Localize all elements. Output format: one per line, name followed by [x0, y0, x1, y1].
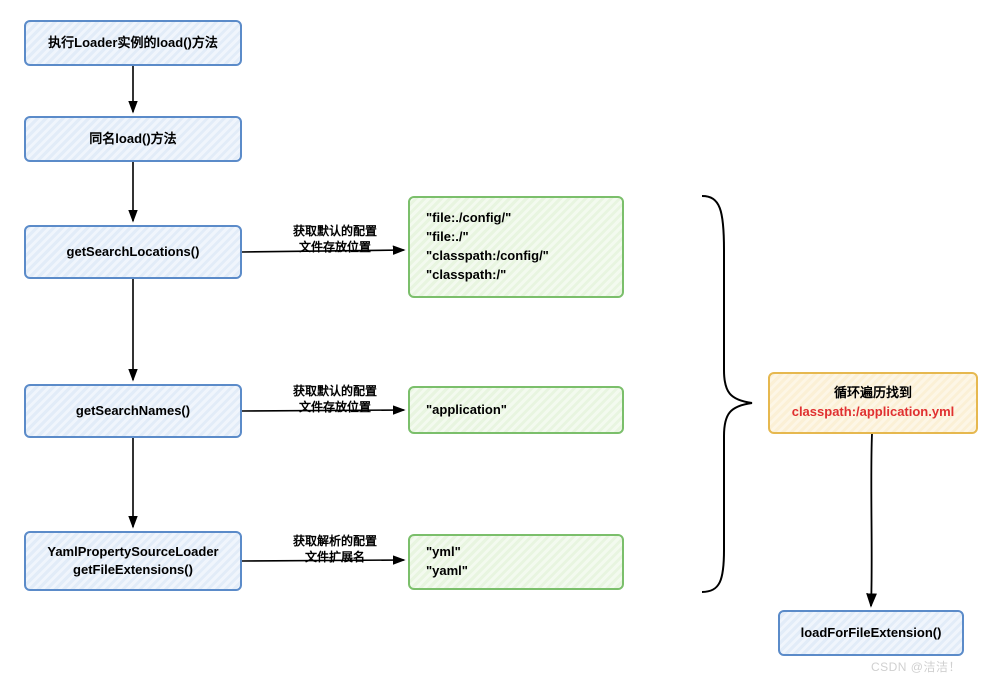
edge-label-2: 获取默认的配置 文件存放位置 [275, 384, 395, 415]
label-line: 文件扩展名 [305, 550, 365, 564]
yellow-line1: 循环遍历找到 [834, 384, 912, 403]
label-line: 获取默认的配置 [293, 384, 377, 398]
box-text: loadForFileExtension() [801, 624, 942, 642]
label-line: 文件存放位置 [299, 240, 371, 254]
box-application-name: "application" [408, 386, 624, 434]
list-item: "yaml" [426, 562, 468, 581]
list-item: "application" [426, 401, 507, 420]
box-text-line: getFileExtensions() [73, 561, 193, 579]
list-item: "file:./" [426, 228, 469, 247]
box-get-search-locations: getSearchLocations() [24, 225, 242, 279]
list-item: "classpath:/" [426, 266, 506, 285]
edge-label-3: 获取解析的配置 文件扩展名 [275, 534, 395, 565]
label-line: 获取解析的配置 [293, 534, 377, 548]
yellow-line2: classpath:/application.yml [792, 403, 955, 422]
label-line: 文件存放位置 [299, 400, 371, 414]
edge-label-1: 获取默认的配置 文件存放位置 [275, 224, 395, 255]
box-get-search-names: getSearchNames() [24, 384, 242, 438]
box-text: getSearchNames() [76, 402, 190, 420]
label-line: 获取默认的配置 [293, 224, 377, 238]
box-same-name-load: 同名load()方法 [24, 116, 242, 162]
list-item: "yml" [426, 543, 461, 562]
box-text: 同名load()方法 [89, 130, 176, 148]
box-text-line: YamlPropertySourceLoader [47, 543, 218, 561]
list-item: "file:./config/" [426, 209, 511, 228]
box-config-locations: "file:./config/" "file:./" "classpath:/c… [408, 196, 624, 298]
box-load-for-file-extension: loadForFileExtension() [778, 610, 964, 656]
box-yaml-loader-ext: YamlPropertySourceLoader getFileExtensio… [24, 531, 242, 591]
box-text: 执行Loader实例的load()方法 [48, 34, 218, 52]
box-text: getSearchLocations() [67, 243, 200, 261]
box-loader-load: 执行Loader实例的load()方法 [24, 20, 242, 66]
list-item: "classpath:/config/" [426, 247, 549, 266]
box-loop-result: 循环遍历找到 classpath:/application.yml [768, 372, 978, 434]
box-yaml-extensions: "yml" "yaml" [408, 534, 624, 590]
watermark: CSDN @洁洁！ [871, 658, 961, 675]
